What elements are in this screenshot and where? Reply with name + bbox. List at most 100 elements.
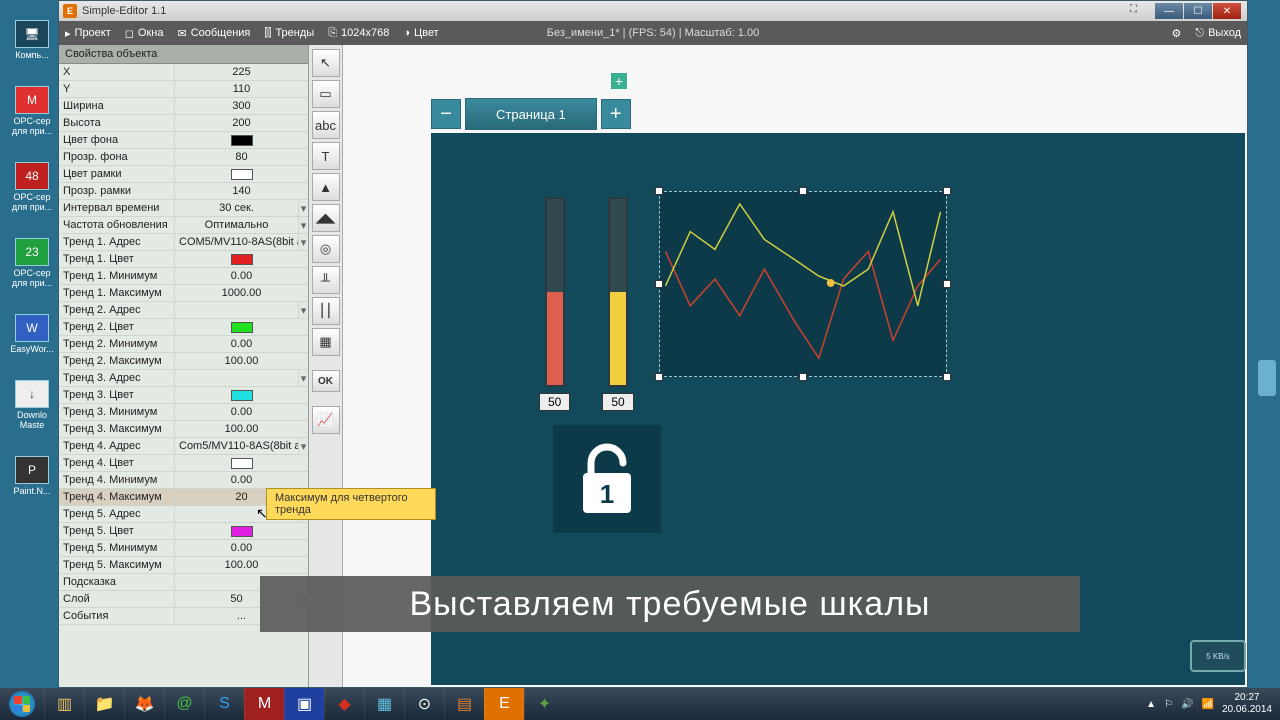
tray-icon[interactable]: 🔊 bbox=[1181, 699, 1193, 710]
close-button[interactable]: ✕ bbox=[1213, 3, 1241, 19]
color-swatch[interactable] bbox=[231, 322, 253, 333]
desktop-icon[interactable]: MOPC-сер для при... bbox=[8, 86, 56, 136]
prop-row-t2color[interactable]: Тренд 2. Цвет bbox=[59, 319, 308, 336]
prop-row-x[interactable]: X225 bbox=[59, 64, 308, 81]
menu-messages[interactable]: ✉ Сообщения bbox=[177, 27, 250, 40]
prop-row-y[interactable]: Y110 bbox=[59, 81, 308, 98]
bar-gauge-2[interactable] bbox=[608, 197, 628, 387]
clock[interactable]: 20:27 20.06.2014 bbox=[1222, 692, 1272, 716]
prop-row-t5max[interactable]: Тренд 5. Максимум100.00 bbox=[59, 557, 308, 574]
taskbar-item[interactable]: @ bbox=[164, 688, 204, 720]
tool-slider[interactable]: ⎮⎮ bbox=[312, 297, 340, 325]
prop-row-width[interactable]: Ширина300 bbox=[59, 98, 308, 115]
desktop-icon[interactable]: 🖥Компь... bbox=[8, 20, 56, 60]
color-swatch[interactable] bbox=[231, 526, 253, 537]
tool-text[interactable]: T bbox=[312, 142, 340, 170]
tool-gauge[interactable]: ◎ bbox=[312, 235, 340, 263]
system-tray[interactable]: ▲ ⚐ 🔊 📶 20:27 20.06.2014 bbox=[1146, 692, 1280, 716]
desktop-icon[interactable]: WEasyWor... bbox=[8, 314, 56, 354]
add-row-button[interactable]: + bbox=[611, 73, 627, 89]
tab-add-button[interactable]: + bbox=[601, 99, 631, 129]
prop-row-t3min[interactable]: Тренд 3. Минимум0.00 bbox=[59, 404, 308, 421]
resize-handle[interactable] bbox=[799, 187, 807, 195]
taskbar-item[interactable]: ▦ bbox=[364, 688, 404, 720]
resize-handle[interactable] bbox=[655, 187, 663, 195]
taskbar-item[interactable]: M bbox=[244, 688, 284, 720]
prop-row-bgalpha[interactable]: Прозр. фона80 bbox=[59, 149, 308, 166]
bar-gauge-1[interactable] bbox=[545, 197, 565, 387]
start-button[interactable] bbox=[0, 688, 44, 720]
prop-row-updfreq[interactable]: Частота обновленияОптимально▾ bbox=[59, 217, 308, 234]
prop-row-bordercolor[interactable]: Цвет рамки bbox=[59, 166, 308, 183]
tool-rect[interactable]: ▭ bbox=[312, 80, 340, 108]
resize-handle[interactable] bbox=[799, 373, 807, 381]
taskbar-item[interactable]: ▤ bbox=[444, 688, 484, 720]
titlebar[interactable]: E Simple-Editor 1.1 ⛶ — ☐ ✕ bbox=[59, 1, 1247, 21]
taskbar-item[interactable]: 🦊 bbox=[124, 688, 164, 720]
lock-widget[interactable]: 1 bbox=[553, 425, 661, 533]
color-swatch[interactable] bbox=[231, 390, 253, 401]
prop-row-t3addr[interactable]: Тренд 3. Адрес▾ bbox=[59, 370, 308, 387]
prop-row-t2max[interactable]: Тренд 2. Максимум100.00 bbox=[59, 353, 308, 370]
tool-shape[interactable]: ◢◣ bbox=[312, 204, 340, 232]
tab-remove-button[interactable]: − bbox=[431, 99, 461, 129]
prop-row-interval[interactable]: Интервал времени30 сек.▾ bbox=[59, 200, 308, 217]
tool-ok[interactable]: OK bbox=[312, 370, 340, 392]
prop-row-borderalpha[interactable]: Прозр. рамки140 bbox=[59, 183, 308, 200]
tray-icon[interactable]: ▲ bbox=[1146, 699, 1156, 710]
menu-trends[interactable]: ⫿⫿ Тренды bbox=[264, 27, 314, 40]
menu-windows[interactable]: ◻ Окна bbox=[125, 27, 164, 40]
prop-row-t4min[interactable]: Тренд 4. Минимум0.00 bbox=[59, 472, 308, 489]
prop-row-t5min[interactable]: Тренд 5. Минимум0.00 bbox=[59, 540, 308, 557]
trend-chart-object[interactable] bbox=[659, 191, 947, 377]
taskbar-item[interactable]: ▥ bbox=[44, 688, 84, 720]
tool-pipe[interactable]: ╨ bbox=[312, 266, 340, 294]
taskbar-item[interactable]: 📁 bbox=[84, 688, 124, 720]
desktop-icon[interactable]: PPaint.N... bbox=[8, 456, 56, 496]
color-swatch[interactable] bbox=[231, 254, 253, 265]
prop-row-t2min[interactable]: Тренд 2. Минимум0.00 bbox=[59, 336, 308, 353]
taskbar-item[interactable]: ⊙ bbox=[404, 688, 444, 720]
resize-handle[interactable] bbox=[943, 187, 951, 195]
tool-image[interactable]: ▲ bbox=[312, 173, 340, 201]
taskbar-item[interactable]: ◆ bbox=[324, 688, 364, 720]
resize-handle[interactable] bbox=[655, 280, 663, 288]
prop-row-t4color[interactable]: Тренд 4. Цвет bbox=[59, 455, 308, 472]
tray-icon[interactable]: 📶 bbox=[1201, 699, 1213, 710]
menu-resolution[interactable]: ⎘ 1024x768 bbox=[328, 27, 389, 40]
color-swatch[interactable] bbox=[231, 135, 253, 146]
network-widget[interactable]: 5 KB/s bbox=[1190, 640, 1246, 672]
taskbar-item[interactable]: ✦ bbox=[524, 688, 564, 720]
prop-row-t2addr[interactable]: Тренд 2. Адрес▾ bbox=[59, 302, 308, 319]
menu-project[interactable]: ▸ Проект bbox=[65, 27, 111, 40]
prop-row-t1addr[interactable]: Тренд 1. АдресCOM5/MV110-8AS(8bit adr=▾ bbox=[59, 234, 308, 251]
desktop-icon[interactable]: 48OPC-сер для при... bbox=[8, 162, 56, 212]
page-tab[interactable]: Страница 1 bbox=[465, 98, 597, 130]
desktop-icon[interactable]: ↓Downlo Maste bbox=[8, 380, 56, 430]
prop-row-t4addr[interactable]: Тренд 4. АдресCom5/MV110-8AS(8bit adr=▾ bbox=[59, 438, 308, 455]
maximize-button[interactable]: ☐ bbox=[1184, 3, 1212, 19]
resize-handle[interactable] bbox=[655, 373, 663, 381]
taskbar-item[interactable]: ▣ bbox=[284, 688, 324, 720]
prop-row-height[interactable]: Высота200 bbox=[59, 115, 308, 132]
resize-handle[interactable] bbox=[943, 373, 951, 381]
color-swatch[interactable] bbox=[231, 458, 253, 469]
prop-row-t3color[interactable]: Тренд 3. Цвет bbox=[59, 387, 308, 404]
color-swatch[interactable] bbox=[231, 169, 253, 180]
tool-panel[interactable]: ▦ bbox=[312, 328, 340, 356]
taskbar-item[interactable]: E bbox=[484, 688, 524, 720]
tool-chart[interactable]: 📈 bbox=[312, 406, 340, 434]
prop-row-bgcolor[interactable]: Цвет фона bbox=[59, 132, 308, 149]
side-widget[interactable] bbox=[1258, 360, 1276, 396]
prop-row-t1color[interactable]: Тренд 1. Цвет bbox=[59, 251, 308, 268]
desktop-icon[interactable]: 23OPC-сер для при... bbox=[8, 238, 56, 288]
taskbar-item[interactable]: S bbox=[204, 688, 244, 720]
minimize-button[interactable]: — bbox=[1155, 3, 1183, 19]
prop-row-t1min[interactable]: Тренд 1. Минимум0.00 bbox=[59, 268, 308, 285]
menu-color[interactable]: ◑ Цвет bbox=[403, 27, 438, 39]
prop-row-t3max[interactable]: Тренд 3. Максимум100.00 bbox=[59, 421, 308, 438]
tray-icon[interactable]: ⚐ bbox=[1164, 699, 1173, 710]
menu-exit[interactable]: ⎋ Выход bbox=[1195, 27, 1241, 40]
prop-row-t5color[interactable]: Тренд 5. Цвет bbox=[59, 523, 308, 540]
resize-handle[interactable] bbox=[943, 280, 951, 288]
